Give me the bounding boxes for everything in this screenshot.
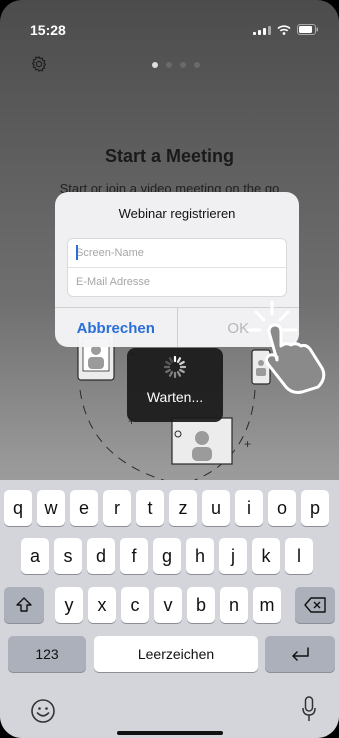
tv-icon: [171, 417, 233, 465]
key-p[interactable]: p: [301, 490, 329, 526]
key-l[interactable]: l: [285, 538, 313, 574]
return-icon: [292, 647, 309, 661]
tap-hand-icon: [246, 300, 326, 394]
return-key[interactable]: [265, 636, 335, 672]
key-s[interactable]: s: [54, 538, 82, 574]
cellular-signal-icon: [253, 25, 271, 35]
key-j[interactable]: j: [219, 538, 247, 574]
page-dot: [166, 62, 172, 68]
shift-key[interactable]: [4, 587, 44, 623]
spinner-icon: [163, 355, 187, 379]
home-indicator: [117, 731, 223, 735]
key-u[interactable]: u: [202, 490, 230, 526]
key-h[interactable]: h: [186, 538, 214, 574]
phone-screen: 15:28 Start a Meeting Start or join a vi…: [0, 0, 339, 738]
dialog-title: Webinar registrieren: [118, 206, 236, 221]
status-bar: 15:28: [0, 0, 339, 44]
backspace-key[interactable]: [295, 587, 335, 623]
loading-indicator: Warten...: [127, 348, 223, 422]
emoji-icon[interactable]: [30, 698, 56, 724]
screen-name-field-row: [68, 239, 286, 268]
key-w[interactable]: w: [37, 490, 65, 526]
shift-icon: [16, 597, 32, 612]
page-dot: [152, 62, 158, 68]
key-m[interactable]: m: [253, 587, 281, 623]
key-x[interactable]: x: [88, 587, 116, 623]
page-dot: [180, 62, 186, 68]
screen-name-input[interactable]: [76, 244, 276, 262]
key-e[interactable]: e: [70, 490, 98, 526]
page-dot: [194, 62, 200, 68]
gear-icon[interactable]: [30, 55, 48, 73]
microphone-icon[interactable]: [302, 696, 316, 722]
loading-text: Warten...: [146, 389, 204, 405]
key-t[interactable]: t: [136, 490, 164, 526]
key-i[interactable]: i: [235, 490, 263, 526]
status-icons: [253, 24, 319, 35]
wifi-icon: [277, 24, 291, 35]
svg-text:+: +: [244, 437, 251, 451]
text-cursor: [76, 245, 78, 260]
cancel-button[interactable]: Abbrechen: [55, 308, 178, 347]
key-k[interactable]: k: [252, 538, 280, 574]
key-g[interactable]: g: [153, 538, 181, 574]
numbers-key[interactable]: 123: [8, 636, 86, 672]
key-b[interactable]: b: [187, 587, 215, 623]
key-n[interactable]: n: [220, 587, 248, 623]
backspace-icon: [304, 597, 326, 613]
key-y[interactable]: y: [55, 587, 83, 623]
status-time: 15:28: [30, 22, 66, 38]
dialog-fields: [67, 238, 287, 297]
key-c[interactable]: c: [121, 587, 149, 623]
key-a[interactable]: a: [21, 538, 49, 574]
key-q[interactable]: q: [4, 490, 32, 526]
key-v[interactable]: v: [154, 587, 182, 623]
key-d[interactable]: d: [87, 538, 115, 574]
key-r[interactable]: r: [103, 490, 131, 526]
page-indicator: [152, 62, 200, 68]
email-input[interactable]: [76, 273, 276, 291]
onscreen-keyboard: qwertzuiop asdfghjkl yxcvbnm 123 Leerzei…: [0, 480, 339, 738]
battery-icon: [297, 24, 318, 35]
key-f[interactable]: f: [120, 538, 148, 574]
key-o[interactable]: o: [268, 490, 296, 526]
key-z[interactable]: z: [169, 490, 197, 526]
email-field-row: [68, 268, 286, 296]
space-key[interactable]: Leerzeichen: [94, 636, 258, 672]
page-title: Start a Meeting: [104, 146, 235, 166]
